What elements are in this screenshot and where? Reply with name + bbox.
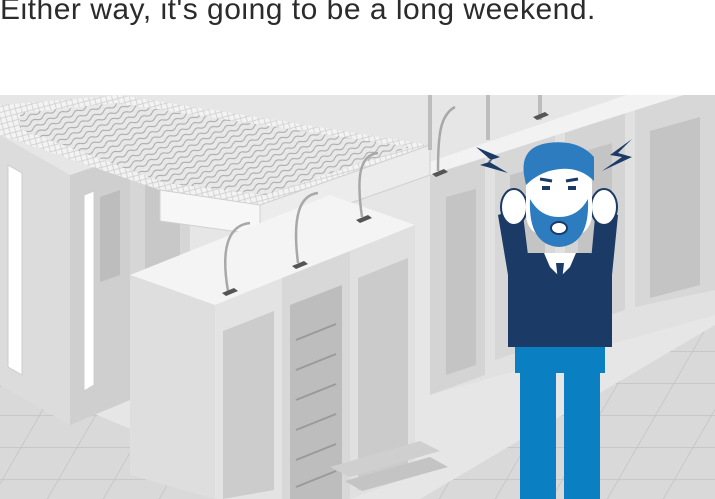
caption-text: Either way, it's going to be a long week… [0, 0, 596, 26]
data-center-illustration [0, 95, 715, 499]
